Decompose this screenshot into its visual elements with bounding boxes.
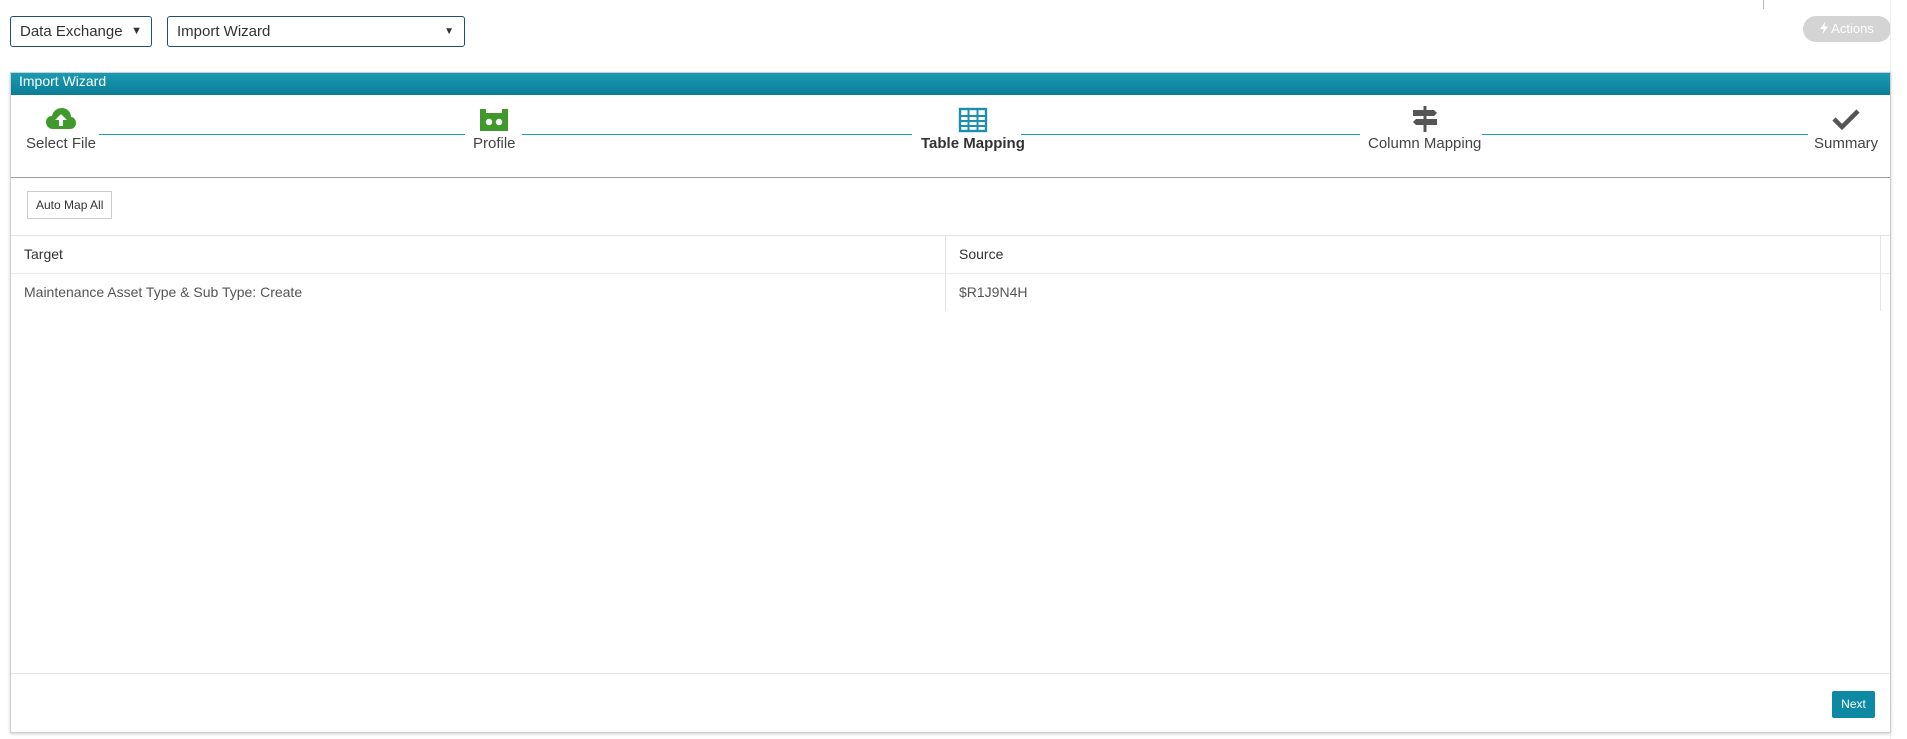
actions-label: Actions xyxy=(1831,21,1874,36)
module-select[interactable]: Data Exchange ▼ xyxy=(10,16,152,47)
auto-map-all-button[interactable]: Auto Map All xyxy=(27,191,113,219)
step-connector xyxy=(522,134,912,135)
panel-header: Import Wizard xyxy=(11,73,1890,95)
step-connector xyxy=(99,134,465,135)
step-profile[interactable]: Profile xyxy=(473,105,516,152)
step-summary[interactable]: Summary xyxy=(1814,105,1878,152)
next-button[interactable]: Next xyxy=(1832,691,1875,718)
step-table-mapping[interactable]: Table Mapping xyxy=(921,105,1025,152)
step-column-mapping[interactable]: Column Mapping xyxy=(1368,105,1481,152)
step-label: Table Mapping xyxy=(921,135,1025,152)
right-scrollbar-area xyxy=(1890,0,1907,739)
view-select-value: Import Wizard xyxy=(177,23,271,40)
import-wizard-panel: Import Wizard Select File Profile Table … xyxy=(10,72,1891,733)
actions-button[interactable]: Actions xyxy=(1803,16,1891,42)
signpost-icon xyxy=(1412,106,1437,132)
table-row[interactable]: Maintenance Asset Type & Sub Type: Creat… xyxy=(11,273,1890,311)
caret-down-icon: ▼ xyxy=(131,25,142,37)
column-header-target[interactable]: Target xyxy=(11,236,946,273)
top-bar: Data Exchange ▼ Import Wizard ▼ Actions xyxy=(0,0,1907,72)
table-header: Target Source xyxy=(11,235,1890,273)
view-select[interactable]: Import Wizard ▼ xyxy=(167,16,465,47)
step-label: Column Mapping xyxy=(1368,135,1482,152)
module-select-value: Data Exchange xyxy=(20,23,123,40)
source-cell[interactable]: $R1J9N4H xyxy=(946,274,1881,311)
divider xyxy=(1763,0,1764,9)
step-select-file[interactable]: Select File xyxy=(26,105,96,152)
step-connector xyxy=(1482,134,1808,135)
column-header-source[interactable]: Source xyxy=(946,236,1881,273)
caret-down-icon: ▼ xyxy=(444,26,454,37)
cloud-upload-icon xyxy=(46,108,77,129)
lightning-icon xyxy=(1820,22,1829,34)
wizard-steps: Select File Profile Table Mapping Column… xyxy=(11,95,1890,178)
panel-footer: Next xyxy=(11,673,1890,734)
step-label: Profile xyxy=(473,135,516,152)
table-icon xyxy=(958,107,988,133)
target-cell: Maintenance Asset Type & Sub Type: Creat… xyxy=(11,274,946,311)
checkmark-icon xyxy=(1832,109,1860,131)
step-label: Summary xyxy=(1814,135,1879,152)
panel-title: Import Wizard xyxy=(19,73,107,89)
mapping-table: Target Source Maintenance Asset Type & S… xyxy=(11,235,1890,311)
profile-icon xyxy=(480,109,509,131)
step-label: Select File xyxy=(26,135,97,152)
step-connector xyxy=(1021,134,1360,135)
